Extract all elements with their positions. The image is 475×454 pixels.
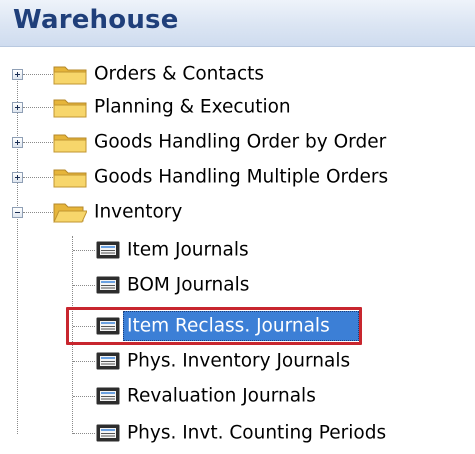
folder-icon	[53, 169, 87, 188]
tree-item-label: Goods Handling Multiple Orders	[94, 166, 389, 188]
journal-icon	[96, 241, 120, 259]
tree-item-label: Phys. Invt. Counting Periods	[127, 422, 387, 444]
tree-item-goods-handling-multiple-orders[interactable]: Goods Handling Multiple Orders	[0, 160, 475, 194]
tree-item-item-journals[interactable]: Item Journals	[0, 233, 475, 267]
open-folder-icon	[53, 203, 87, 223]
collapse-icon[interactable]	[12, 207, 23, 218]
tree-item-label: Inventory	[94, 201, 183, 223]
folder-icon	[53, 99, 87, 118]
journal-icon	[96, 424, 120, 442]
tree-item-bom-journals[interactable]: BOM Journals	[0, 268, 475, 302]
journal-icon	[96, 276, 120, 294]
tree-item-label: Revaluation Journals	[127, 385, 316, 407]
tree-item-phys-invt-counting-periods[interactable]: Phys. Invt. Counting Periods	[0, 416, 475, 450]
expand-icon[interactable]	[12, 172, 23, 183]
journal-icon	[96, 387, 120, 405]
tree-item-item-reclass-journals[interactable]: Item Reclass. Journals	[0, 309, 475, 343]
tree-item-label: Item Journals	[127, 239, 249, 261]
tree-item-label: Item Reclass. Journals	[127, 315, 330, 337]
tree-item-phys-inventory-journals[interactable]: Phys. Inventory Journals	[0, 344, 475, 378]
tree-item-label: BOM Journals	[127, 274, 250, 296]
tree-item-revaluation-journals[interactable]: Revaluation Journals	[0, 379, 475, 413]
tree-item-label: Planning & Execution	[94, 96, 291, 118]
section-title: Warehouse	[13, 5, 179, 35]
expand-icon[interactable]	[12, 69, 23, 80]
journal-icon	[96, 352, 120, 370]
navigation-pane-header: Warehouse	[0, 0, 475, 47]
folder-icon	[53, 66, 87, 85]
expand-icon[interactable]	[12, 137, 23, 148]
tree-item-label: Phys. Inventory Journals	[127, 350, 351, 372]
tree-item-orders-contacts[interactable]: Orders & Contacts	[0, 57, 475, 91]
tree-item-planning-execution[interactable]: Planning & Execution	[0, 90, 475, 124]
tree-item-label: Orders & Contacts	[94, 63, 265, 85]
folder-icon	[53, 134, 87, 153]
tree-item-label: Goods Handling Order by Order	[94, 131, 387, 153]
journal-icon	[96, 317, 120, 335]
tree-item-goods-handling-order-by-order[interactable]: Goods Handling Order by Order	[0, 125, 475, 159]
tree-item-inventory[interactable]: Inventory	[0, 195, 475, 229]
expand-icon[interactable]	[12, 102, 23, 113]
